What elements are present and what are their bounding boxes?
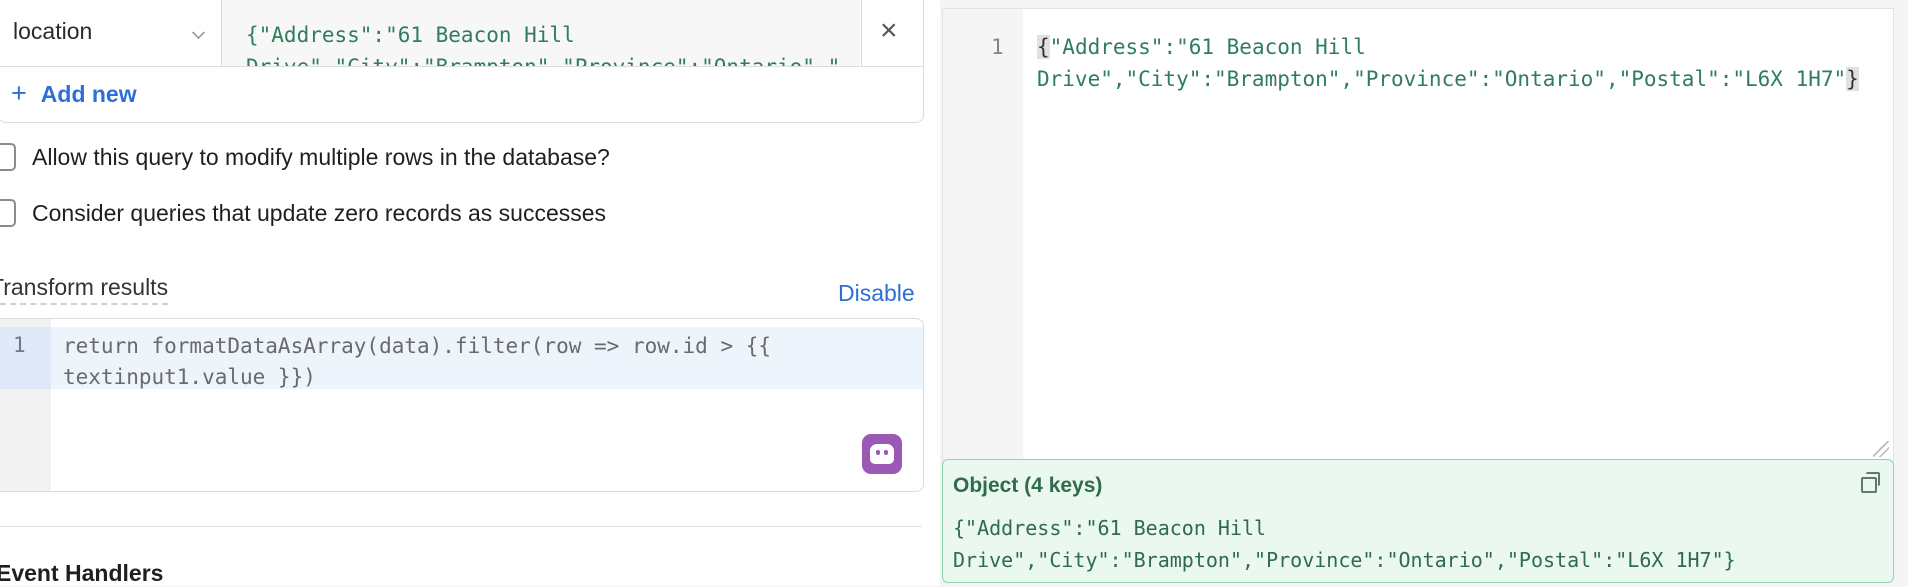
modify-multiple-rows-option[interactable]: Allow this query to modify multiple rows… <box>0 142 610 172</box>
section-divider <box>0 526 922 527</box>
add-new-label: Add new <box>40 81 137 107</box>
zero-records-success-checkbox[interactable] <box>0 199 16 227</box>
chevron-down-icon <box>192 26 205 39</box>
close-icon: × <box>880 14 898 47</box>
param-value-text: {"Address":"61 Beacon Hill Drive","City"… <box>246 23 841 67</box>
editor-gutter <box>943 9 1023 461</box>
line-number: 1 <box>13 333 26 357</box>
brace-open: { <box>1037 35 1050 59</box>
event-handlers-heading: Event Handlers <box>0 560 164 586</box>
resize-handle[interactable] <box>1873 441 1889 457</box>
modify-multiple-rows-checkbox[interactable] <box>0 143 16 171</box>
result-value-text: {"Address":"61 Beacon Hill Drive","City"… <box>953 516 1736 572</box>
param-key-text: location <box>13 18 93 44</box>
robot-icon <box>870 444 894 464</box>
plus-icon: + <box>11 78 27 108</box>
disable-transform-button[interactable]: Disable <box>838 280 915 307</box>
query-settings-panel: location {"Address":"61 Beacon Hill Driv… <box>0 0 940 586</box>
zero-records-success-label: Consider queries that update zero record… <box>32 199 607 226</box>
additional-params-table: location {"Address":"61 Beacon Hill Driv… <box>0 0 924 123</box>
evaluated-result-preview: Object (4 keys) {"Address":"61 Beacon Hi… <box>942 459 1894 583</box>
param-key-select[interactable]: location <box>0 0 222 67</box>
param-value-input[interactable]: {"Address":"61 Beacon Hill Drive","City"… <box>222 0 860 67</box>
remove-param-button[interactable]: × <box>861 0 924 67</box>
ai-assist-button[interactable] <box>862 434 902 474</box>
editor-json-text: {"Address":"61 Beacon Hill Drive","City"… <box>1037 31 1877 95</box>
transform-results-label: Transform results <box>0 274 169 305</box>
json-value-editor[interactable]: 1 {"Address":"61 Beacon Hill Drive","Cit… <box>942 8 1894 462</box>
result-type-title: Object (4 keys) <box>953 474 1103 497</box>
value-editor-popover: 1 {"Address":"61 Beacon Hill Drive","Cit… <box>940 0 1908 586</box>
editor-line-number: 1 <box>991 35 1004 59</box>
editor-json-body: "Address":"61 Beacon Hill Drive","City":… <box>1037 35 1847 91</box>
brace-close: } <box>1846 67 1859 91</box>
add-new-param-button[interactable]: + Add new <box>11 78 137 109</box>
copy-icon[interactable] <box>1861 472 1880 493</box>
modify-multiple-rows-label: Allow this query to modify multiple rows… <box>32 143 610 170</box>
zero-records-success-option[interactable]: Consider queries that update zero record… <box>0 198 606 228</box>
transform-code-editor[interactable]: 1 return formatDataAsArray(data).filter(… <box>0 318 924 492</box>
transform-code-text: return formatDataAsArray(data).filter(ro… <box>63 334 772 389</box>
